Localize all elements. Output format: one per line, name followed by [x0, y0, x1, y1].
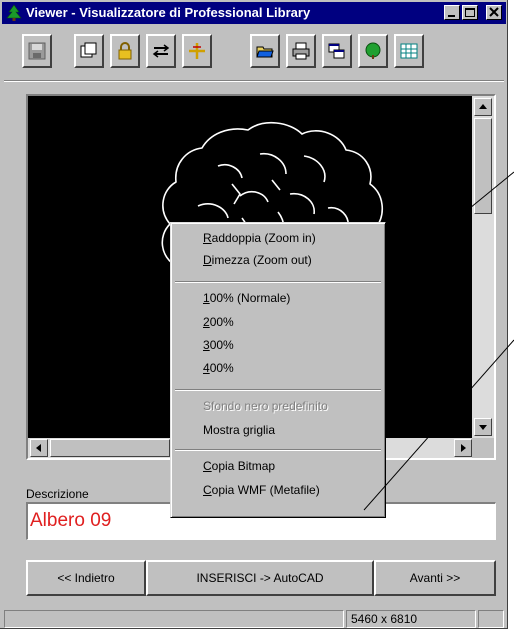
close-button[interactable]	[486, 5, 502, 20]
arrow-down-icon	[479, 425, 487, 430]
save-button[interactable]	[22, 34, 52, 68]
menu-item-show-grid[interactable]: Mostra griglia	[203, 423, 275, 437]
description-label: Descrizione	[26, 487, 89, 501]
open-folder-button[interactable]	[250, 34, 280, 68]
menu-separator	[175, 389, 381, 391]
horizontal-scroll-thumb[interactable]	[50, 439, 170, 457]
next-button[interactable]: Avanti >>	[374, 560, 496, 596]
copy-icon	[80, 42, 97, 58]
vertical-scroll-thumb[interactable]	[474, 118, 492, 214]
windows-button[interactable]	[322, 34, 352, 68]
scroll-up-button[interactable]	[474, 98, 492, 116]
crosshair-button[interactable]	[182, 34, 212, 68]
title-bar[interactable]: Viewer - Visualizzatore di Professional …	[2, 2, 506, 24]
scrollbar-corner	[472, 438, 494, 458]
menu-item-zoom-200[interactable]: 200%	[203, 315, 234, 329]
maximize-button[interactable]	[462, 5, 478, 20]
status-grip	[478, 610, 504, 628]
menu-separator	[175, 449, 381, 451]
print-button[interactable]	[286, 34, 316, 68]
maximize-icon	[465, 8, 475, 17]
menu-separator	[175, 281, 381, 283]
toolbar-divider	[4, 80, 504, 82]
minimize-button[interactable]	[444, 5, 460, 20]
grid-icon	[400, 43, 418, 59]
open-folder-icon	[256, 46, 274, 58]
menu-item-copy-bitmap[interactable]: Copia Bitmap	[203, 459, 275, 473]
tree-app-icon	[6, 4, 22, 21]
status-message	[4, 610, 344, 628]
window-title: Viewer - Visualizzatore di Professional …	[26, 5, 311, 20]
menu-item-copy-wmf[interactable]: Copia WMF (Metafile)	[203, 483, 320, 497]
copy-button[interactable]	[74, 34, 104, 68]
pan-button[interactable]	[146, 34, 176, 68]
menu-item-zoom-400[interactable]: 400%	[203, 361, 234, 375]
scroll-down-button[interactable]	[474, 418, 492, 436]
scroll-left-button[interactable]	[30, 439, 48, 457]
vertical-scrollbar[interactable]	[472, 96, 494, 438]
toolbar	[0, 34, 508, 76]
grid-button[interactable]	[394, 34, 424, 68]
arrow-left-icon	[36, 444, 41, 452]
windows-icon	[328, 43, 345, 59]
status-bar: 5460 x 6810	[4, 610, 504, 628]
crosshair-icon	[189, 43, 205, 59]
context-menu: Raddoppia (Zoom in) Dimezza (Zoom out) 1…	[170, 222, 386, 518]
menu-item-black-background: Sfondo nero predefinito	[203, 399, 328, 413]
lock-icon	[118, 42, 132, 60]
menu-item-zoom-300[interactable]: 300%	[203, 338, 234, 352]
description-value: Albero 09	[30, 510, 112, 531]
menu-item-zoom-out[interactable]: Dimezza (Zoom out)	[203, 253, 312, 267]
arrow-right-icon	[461, 444, 466, 452]
menu-item-zoom-100[interactable]: 100% (Normale)	[203, 291, 290, 305]
pan-icon	[152, 44, 170, 58]
lock-button[interactable]	[110, 34, 140, 68]
insert-autocad-button[interactable]: INSERISCI -> AutoCAD	[146, 560, 374, 596]
back-button[interactable]: << Indietro	[26, 560, 146, 596]
save-icon	[28, 42, 46, 60]
close-icon	[489, 7, 499, 17]
print-icon	[292, 42, 310, 60]
arrow-up-icon	[479, 104, 487, 109]
tree-button[interactable]	[358, 34, 388, 68]
minimize-icon	[448, 15, 455, 17]
tree-icon	[365, 42, 381, 59]
status-dimensions: 5460 x 6810	[346, 610, 476, 628]
menu-item-zoom-in[interactable]: Raddoppia (Zoom in)	[203, 231, 316, 245]
scroll-right-button[interactable]	[454, 439, 472, 457]
